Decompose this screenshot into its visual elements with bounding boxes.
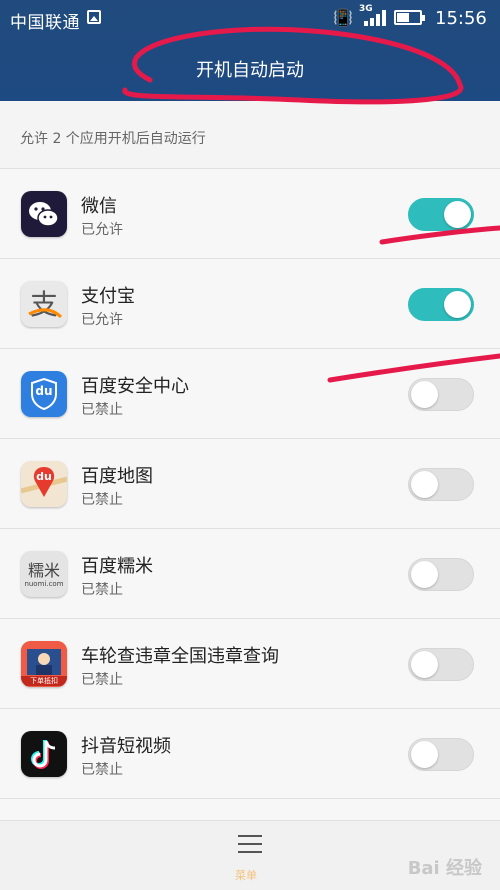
list-item-baidu-security[interactable]: du 百度安全中心 已禁止 — [0, 348, 500, 438]
menu-icon[interactable] — [238, 835, 262, 853]
icon-label: 下单抵扣 — [21, 676, 67, 686]
signal-icon — [364, 10, 388, 26]
page-title: 开机自动启动 — [196, 60, 304, 81]
list-item-wechat[interactable]: 微信 已允许 — [0, 168, 500, 258]
bottom-menu-bar: 菜单 Bai 经验 — [0, 820, 500, 890]
autostart-toggle-alipay[interactable] — [408, 288, 474, 321]
list-item-baidu-nuomi[interactable]: 糯米 nuomi.com 百度糯米 已禁止 — [0, 528, 500, 618]
baidu-nuomi-icon: 糯米 nuomi.com — [21, 551, 67, 597]
app-list: 微信 已允许 支 支付宝 已允许 du 百度安全中心 已禁止 du 百度地图 已… — [0, 168, 500, 839]
list-item-chelun[interactable]: 下单抵扣 车轮查违章全国违章查询 已禁止 — [0, 618, 500, 708]
toggle-knob — [411, 561, 438, 588]
autostart-toggle-douyin[interactable] — [408, 738, 474, 771]
toggle-knob — [444, 291, 471, 318]
baidu-security-icon: du — [21, 371, 67, 417]
autostart-toggle-baidu-map[interactable] — [408, 468, 474, 501]
toggle-knob — [411, 741, 438, 768]
app-status: 已禁止 — [81, 402, 123, 418]
toggle-knob — [444, 201, 471, 228]
icon-label: du — [36, 470, 52, 483]
vibrate-icon: 📳 — [333, 8, 353, 27]
autostart-toggle-baidu-security[interactable] — [408, 378, 474, 411]
app-status: 已允许 — [81, 222, 123, 238]
douyin-icon — [21, 731, 67, 777]
baidu-map-icon: du — [21, 461, 67, 507]
app-name: 微信 — [81, 196, 117, 217]
clock: 15:56 — [435, 8, 487, 29]
app-status: 已禁止 — [81, 492, 123, 508]
baidu-jingyan-watermark: Bai 经验 — [407, 858, 482, 879]
alipay-icon: 支 — [21, 281, 67, 327]
app-name: 支付宝 — [81, 286, 135, 307]
autostart-summary: 允许 2 个应用开机后自动运行 — [20, 131, 206, 147]
icon-label: du — [35, 384, 53, 398]
autostart-toggle-chelun[interactable] — [408, 648, 474, 681]
carrier-label: 中国联通 — [10, 13, 80, 33]
app-status: 已禁止 — [81, 582, 123, 598]
autostart-toggle-wechat[interactable] — [408, 198, 474, 231]
list-item-douyin[interactable]: 抖音短视频 已禁止 — [0, 708, 500, 798]
icon-label: 糯米 — [27, 561, 60, 580]
autostart-toggle-baidu-nuomi[interactable] — [408, 558, 474, 591]
battery-icon — [394, 10, 425, 25]
app-status: 已禁止 — [81, 672, 123, 688]
image-notification-icon — [87, 10, 101, 24]
header-bar: 中国联通 📳 3G 15:56 开机自动启动 — [0, 0, 500, 101]
list-item-baidu-map[interactable]: du 百度地图 已禁止 — [0, 438, 500, 528]
app-name: 百度安全中心 — [81, 376, 189, 397]
app-status: 已禁止 — [81, 762, 123, 778]
chelun-icon: 下单抵扣 — [21, 641, 67, 687]
toggle-knob — [411, 381, 438, 408]
menu-label: 菜单 — [235, 869, 257, 882]
app-name: 车轮查违章全国违章查询 — [81, 646, 279, 667]
app-name: 抖音短视频 — [81, 736, 171, 757]
app-name: 百度糯米 — [81, 556, 153, 577]
svg-text:支: 支 — [30, 288, 58, 321]
toggle-knob — [411, 651, 438, 678]
app-status: 已允许 — [81, 312, 123, 328]
app-name: 百度地图 — [81, 466, 153, 487]
toggle-knob — [411, 471, 438, 498]
wechat-icon — [21, 191, 67, 237]
list-item-alipay[interactable]: 支 支付宝 已允许 — [0, 258, 500, 348]
icon-sublabel: nuomi.com — [24, 580, 64, 588]
status-bar: 中国联通 📳 3G 15:56 — [0, 0, 500, 36]
